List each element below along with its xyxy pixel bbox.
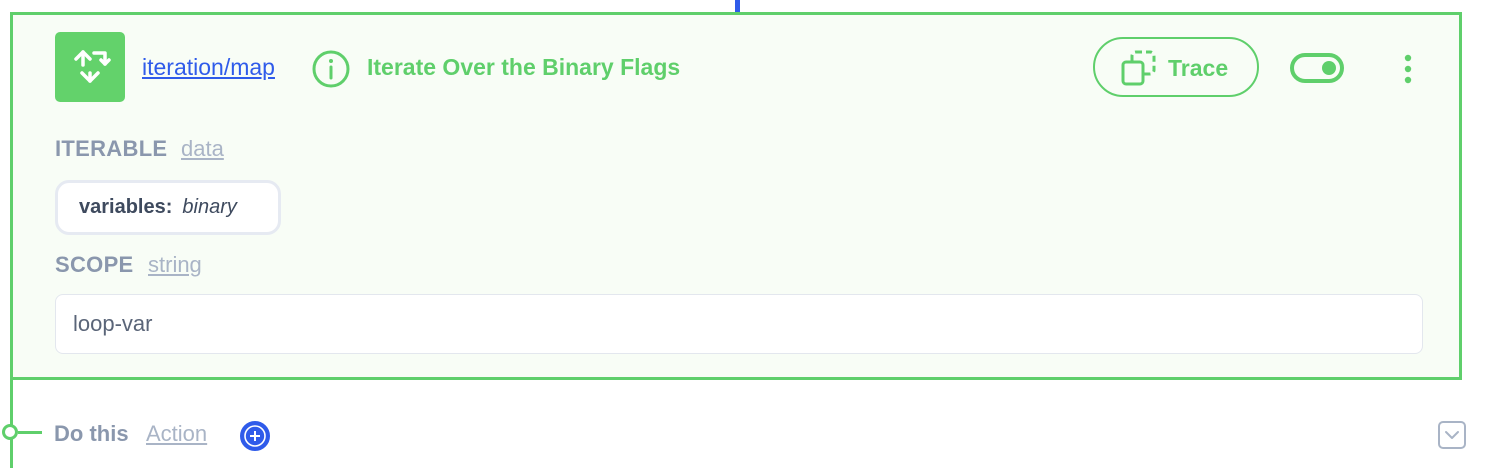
info-icon[interactable]: [311, 49, 351, 89]
add-action-button[interactable]: [240, 421, 270, 451]
step-title: Iterate Over the Binary Flags: [367, 54, 681, 80]
variable-key: variables:: [79, 196, 173, 218]
plus-icon: [244, 425, 266, 447]
toggle-knob: [1322, 61, 1336, 75]
scope-label: SCOPE: [55, 252, 134, 277]
variable-value: binary: [182, 196, 237, 218]
scope-type-link[interactable]: string: [148, 252, 202, 278]
scope-input[interactable]: [55, 294, 1423, 354]
top-connector-line: [735, 0, 740, 12]
map-step-card: iteration/map Iterate Over the Binary Fl…: [10, 12, 1462, 380]
trace-button[interactable]: Trace: [1093, 37, 1259, 97]
iterable-variable-chip[interactable]: variables: binary: [55, 180, 281, 235]
iterable-type-link[interactable]: data: [181, 136, 224, 162]
trace-label: Trace: [1168, 55, 1229, 81]
more-vertical-icon[interactable]: [1398, 53, 1418, 85]
branch-node: [2, 424, 18, 440]
branch-label: Do this: [54, 421, 129, 446]
copy-dashed-icon: [1121, 50, 1156, 86]
chevron-down-icon: [1445, 431, 1459, 439]
recycle-arrows-icon: [55, 32, 125, 102]
branch-type-link[interactable]: Action: [146, 421, 207, 447]
branch-connector: [18, 431, 42, 434]
iterable-label: ITERABLE: [55, 136, 168, 161]
module-link[interactable]: iteration/map: [142, 53, 275, 81]
collapse-button[interactable]: [1438, 421, 1466, 449]
enable-toggle[interactable]: [1290, 53, 1344, 83]
